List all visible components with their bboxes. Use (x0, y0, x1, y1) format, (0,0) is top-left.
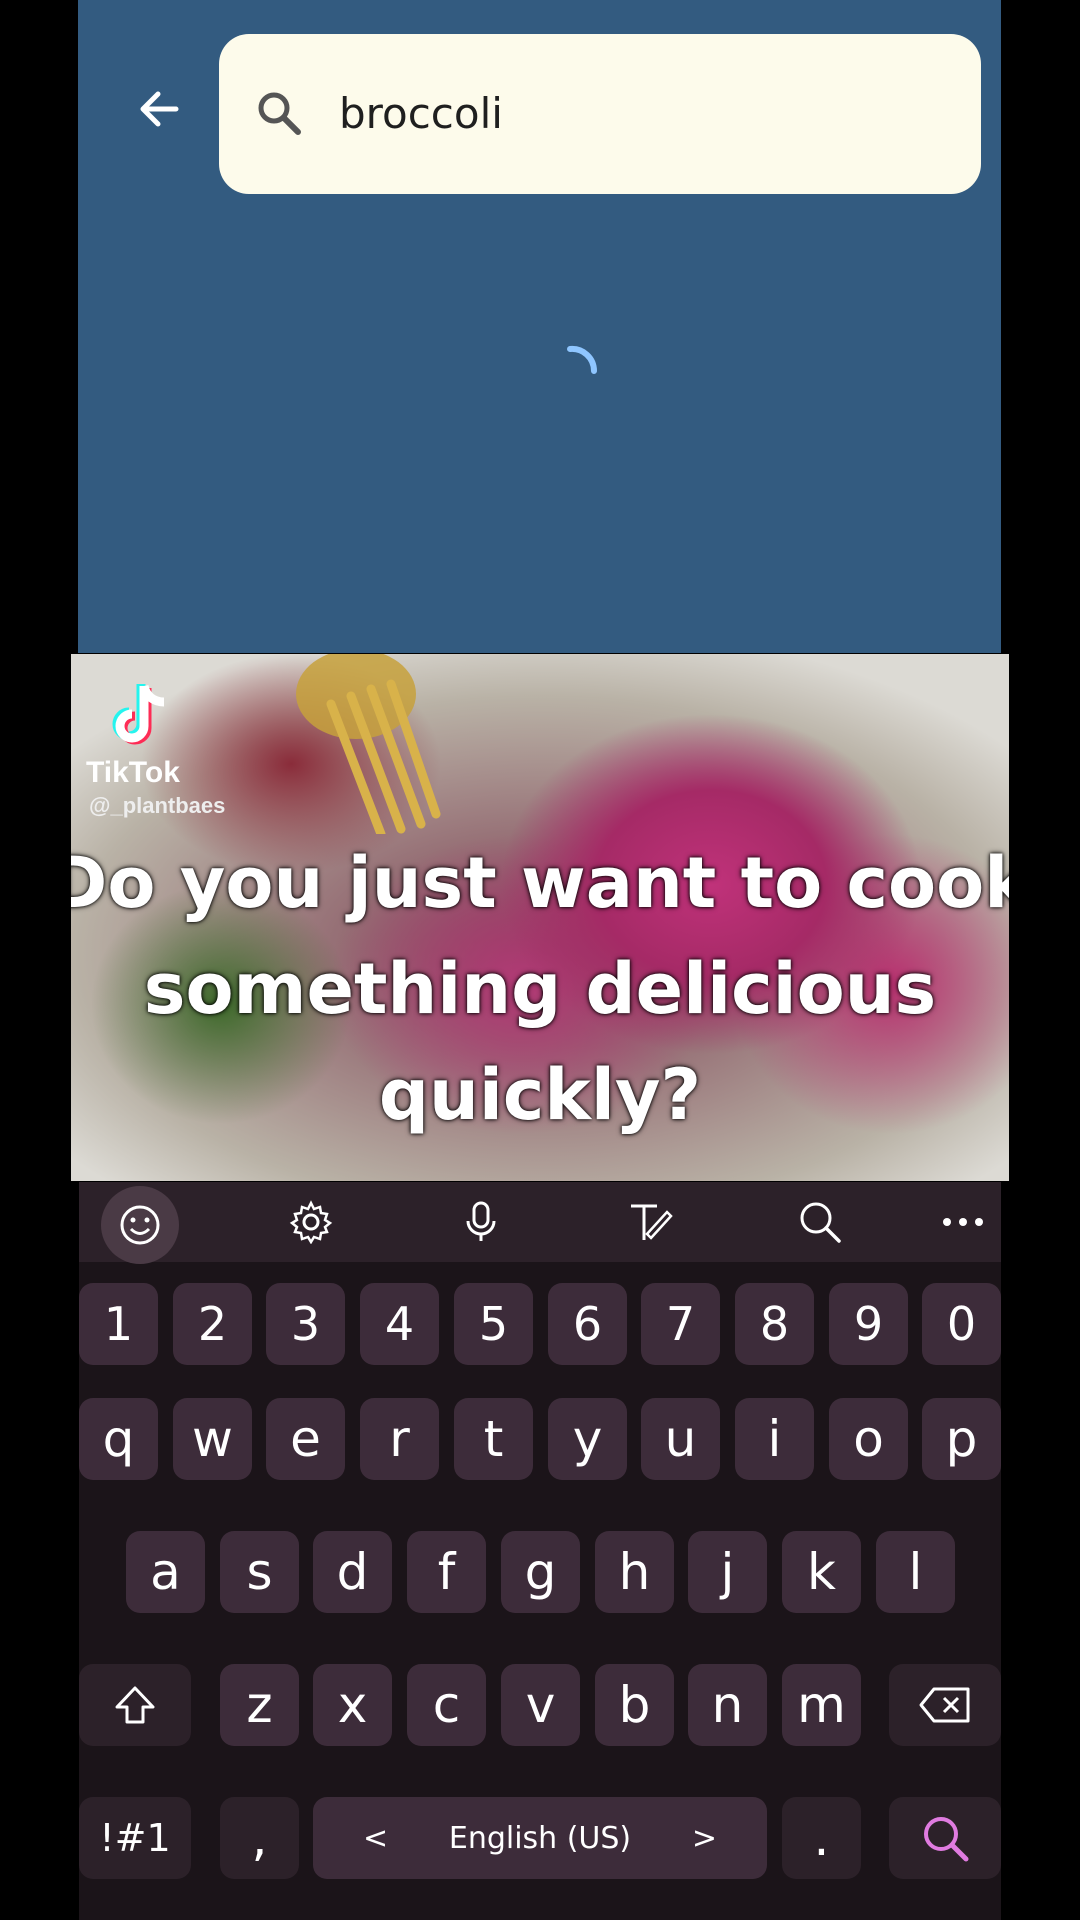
key-q[interactable]: q (79, 1398, 158, 1480)
search-input[interactable]: broccoli (339, 34, 503, 194)
key-w[interactable]: w (173, 1398, 252, 1480)
key-o[interactable]: o (829, 1398, 908, 1480)
key-r[interactable]: r (360, 1398, 439, 1480)
key-f[interactable]: f (407, 1531, 486, 1613)
gear-icon[interactable] (271, 1182, 351, 1262)
microphone-icon[interactable] (441, 1182, 521, 1262)
key-i[interactable]: i (735, 1398, 814, 1480)
more-icon[interactable] (923, 1182, 1003, 1262)
shift-key[interactable] (79, 1664, 191, 1746)
key-5[interactable]: 5 (454, 1283, 533, 1365)
backspace-icon (919, 1687, 970, 1723)
fork-image (296, 654, 441, 834)
key-l[interactable]: l (876, 1531, 955, 1613)
key-k[interactable]: k (782, 1531, 861, 1613)
search-action-key[interactable] (889, 1797, 1001, 1879)
search-bar[interactable]: broccoli (219, 34, 981, 194)
language-next-icon[interactable]: > (692, 1821, 717, 1856)
key-4[interactable]: 4 (360, 1283, 439, 1365)
key-x[interactable]: x (313, 1664, 392, 1746)
search-icon (258, 92, 301, 135)
key-j[interactable]: j (688, 1531, 767, 1613)
space-key[interactable]: < English (US) > (313, 1797, 767, 1879)
key-2[interactable]: 2 (173, 1283, 252, 1365)
key-p[interactable]: p (922, 1398, 1001, 1480)
key-b[interactable]: b (595, 1664, 674, 1746)
key-z[interactable]: z (220, 1664, 299, 1746)
key-7[interactable]: 7 (641, 1283, 720, 1365)
key-v[interactable]: v (501, 1664, 580, 1746)
key-3[interactable]: 3 (266, 1283, 345, 1365)
key-t[interactable]: t (454, 1398, 533, 1480)
video-caption: Do you just want to cook something delic… (71, 842, 1009, 1136)
key-1[interactable]: 1 (79, 1283, 158, 1365)
comma-key[interactable]: , (220, 1797, 299, 1879)
key-c[interactable]: c (407, 1664, 486, 1746)
key-6[interactable]: 6 (548, 1283, 627, 1365)
key-n[interactable]: n (688, 1664, 767, 1746)
tiktok-watermark: TikTok (86, 756, 180, 789)
back-button[interactable] (130, 80, 188, 138)
keyboard-toolbar (79, 1182, 1003, 1264)
loading-spinner (567, 345, 598, 374)
key-u[interactable]: u (641, 1398, 720, 1480)
emoji-icon[interactable] (101, 1186, 179, 1264)
key-y[interactable]: y (548, 1398, 627, 1480)
space-label: English (US) (448, 1820, 632, 1856)
search-icon (924, 1817, 969, 1862)
key-9[interactable]: 9 (829, 1283, 908, 1365)
search-icon[interactable] (780, 1182, 860, 1262)
key-a[interactable]: a (126, 1531, 205, 1613)
keyboard: 1 2 3 4 5 6 7 8 9 0 q w e r t y u i o p … (79, 1182, 1001, 1920)
key-s[interactable]: s (220, 1531, 299, 1613)
video-overlay[interactable]: TikTok @_plantbaes Do you just want to c… (71, 654, 1009, 1181)
handwriting-icon[interactable] (611, 1182, 691, 1262)
key-g[interactable]: g (501, 1531, 580, 1613)
app-screen: broccoli (78, 0, 1001, 653)
back-arrow-icon (140, 91, 179, 127)
key-d[interactable]: d (313, 1531, 392, 1613)
tiktok-logo (112, 684, 165, 745)
key-e[interactable]: e (266, 1398, 345, 1480)
backspace-key[interactable] (889, 1664, 1001, 1746)
key-h[interactable]: h (595, 1531, 674, 1613)
key-8[interactable]: 8 (735, 1283, 814, 1365)
shift-icon (115, 1686, 155, 1724)
key-0[interactable]: 0 (922, 1283, 1001, 1365)
key-m[interactable]: m (782, 1664, 861, 1746)
period-key[interactable]: . (782, 1797, 861, 1879)
tiktok-handle: @_plantbaes (89, 793, 226, 818)
language-prev-icon[interactable]: < (363, 1821, 388, 1856)
symbols-key[interactable]: !#1 (79, 1797, 191, 1879)
